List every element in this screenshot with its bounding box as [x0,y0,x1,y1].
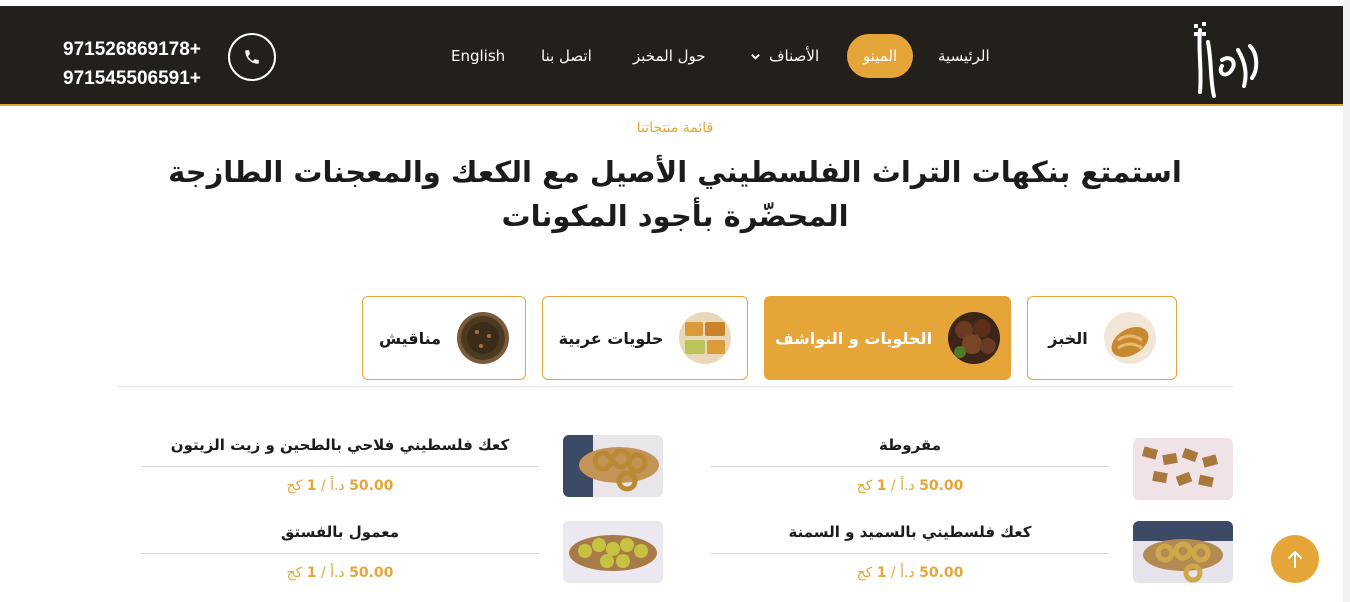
unit-label: كج [286,478,303,494]
product-divider [141,553,539,554]
unit-value: 1 [306,478,317,494]
price-value: 50.00 [349,565,394,581]
unit-value: 1 [306,565,317,581]
price-value: 50.00 [919,565,964,581]
category-tab-sweets-dry[interactable]: الحلويات و النواشف [764,296,1011,380]
product-image[interactable] [1133,438,1233,500]
phone-number-2[interactable]: 971545506591+ [63,64,201,93]
price-value: 50.00 [349,478,394,494]
product-price: 50.00 د.أ / 1 كج [286,565,394,581]
product-name: كعك فلسطيني بالسميد و السمنة [788,523,1032,541]
unit-label: كج [856,478,873,494]
arrow-up-icon [1288,551,1302,568]
product-image[interactable] [563,521,663,583]
nav-categories-label: الأصناف [769,47,820,65]
site-header: 97152686917​8+ 971545506591+ English اتص… [0,6,1350,106]
nav-menu[interactable]: المينو [847,34,914,78]
phone-number-1[interactable]: 97152686917​8+ [63,35,201,64]
product-price: 50.00 د.أ / 1 كج [856,565,964,581]
call-button[interactable] [228,33,276,81]
nav-language-english[interactable]: English [451,34,505,78]
product-price: 50.00 د.أ / 1 كج [856,478,964,494]
product-image[interactable] [1133,521,1233,583]
product-name: معمول بالفستق [280,523,400,541]
chevron-down-icon [751,53,760,60]
product-divider [141,466,539,467]
category-tab-arabic-sweets[interactable]: حلويات عربية [542,296,748,380]
product-divider [711,553,1109,554]
phone-numbers: 97152686917​8+ 971545506591+ [63,35,201,93]
tabs-divider [117,386,1233,387]
sweets-thumbnail [948,312,1001,364]
arabic-sweets-thumbnail [679,312,732,364]
unit-label: كج [286,565,303,581]
nav-categories[interactable]: الأصناف [750,34,819,78]
scroll-to-top-button[interactable] [1271,535,1319,583]
unit-value: 1 [876,478,887,494]
category-label: حلويات عربية [558,328,664,348]
price-currency: د.أ [330,565,345,581]
product-name: مقروطة [879,436,941,454]
unit-label: كج [856,565,873,581]
category-label: الحلويات و النواشف [774,328,933,348]
site-logo[interactable] [1188,20,1264,104]
bread-thumbnail [1103,312,1156,364]
category-tab-manakish[interactable]: مناقيش [362,296,526,380]
nav-about[interactable]: حول المخبز [633,34,706,78]
product-price: 50.00 د.أ / 1 كج [286,478,394,494]
product-image[interactable] [563,435,663,497]
product-name: كعك فلسطيني فلاحي بالطحين و زيت الزيتون [170,436,510,454]
nav-contact[interactable]: اتصل بنا [541,34,592,78]
category-tab-bread[interactable]: الخبز [1027,296,1177,380]
section-eyebrow: قائمة منتجاتنا [636,120,714,136]
nav-home[interactable]: الرئيسية [938,34,990,78]
price-currency: د.أ [900,565,915,581]
category-label: الخبز [1048,328,1088,348]
page-scrollbar[interactable] [1343,0,1350,602]
unit-value: 1 [876,565,887,581]
section-title: استمتع بنكهات التراث الفلسطيني الأصيل مع… [168,155,1182,233]
manakish-thumbnail [457,312,510,364]
phone-icon [245,50,259,64]
product-divider [711,466,1109,467]
price-currency: د.أ [330,478,345,494]
category-label: مناقيش [378,328,442,348]
price-currency: د.أ [900,478,915,494]
price-value: 50.00 [919,478,964,494]
